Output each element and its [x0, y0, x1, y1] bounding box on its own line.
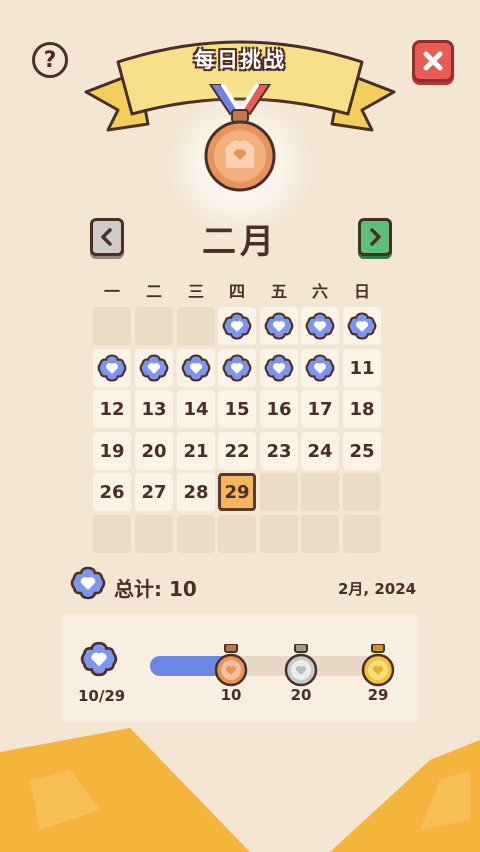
total-count: 总计: 10 — [114, 577, 197, 601]
page-title: 每日挑战 — [194, 48, 286, 72]
month-title: 二月 — [202, 222, 278, 262]
calendar-day-number: 21 — [183, 440, 209, 462]
calendar-day-today[interactable]: 29 — [218, 473, 256, 511]
badge-icon — [80, 641, 118, 677]
calendar-day-number: 26 — [99, 481, 125, 503]
completed-badge-icon — [305, 312, 335, 340]
calendar-day[interactable]: 14 — [177, 390, 215, 428]
weekday-label: 三 — [187, 282, 204, 301]
calendar-day-number: 22 — [224, 440, 250, 462]
weekday-label: 四 — [228, 282, 245, 301]
completed-badge-icon — [181, 354, 211, 382]
calendar-day[interactable]: 12 — [93, 390, 131, 428]
calendar-day-number: 15 — [224, 398, 250, 420]
bronze-medal-icon — [214, 644, 248, 687]
weekday-label: 二 — [145, 282, 162, 301]
calendar-day-number: 17 — [307, 398, 333, 420]
calendar-day-number: 29 — [224, 481, 250, 503]
completed-badge-icon — [222, 354, 252, 382]
calendar-day-number: 16 — [266, 398, 292, 420]
calendar-empty-cell — [177, 307, 215, 345]
completed-badge-icon — [264, 354, 294, 382]
badge-icon — [70, 566, 106, 600]
calendar-day-completed[interactable] — [218, 349, 256, 387]
calendar-day-number: 28 — [183, 481, 209, 503]
calendar-day[interactable]: 28 — [177, 473, 215, 511]
calendar-day-completed[interactable] — [260, 349, 298, 387]
calendar-day-number: 14 — [183, 398, 209, 420]
calendar-day-completed[interactable] — [301, 307, 339, 345]
calendar-day-number: 27 — [141, 481, 167, 503]
completed-badge-icon — [222, 312, 252, 340]
completed-badge-icon — [97, 354, 127, 382]
completed-badge-icon — [305, 354, 335, 382]
calendar-day[interactable]: 21 — [177, 432, 215, 470]
calendar-day[interactable]: 22 — [218, 432, 256, 470]
calendar-day-completed[interactable] — [135, 349, 173, 387]
bronze-medal-icon — [204, 84, 276, 192]
weekday-label: 六 — [311, 282, 328, 301]
completed-badge-icon — [347, 312, 377, 340]
calendar-day[interactable]: 19 — [93, 432, 131, 470]
silver-medal-icon — [284, 644, 318, 687]
calendar-empty-cell — [343, 515, 381, 553]
calendar-day-completed[interactable] — [343, 307, 381, 345]
calendar-day[interactable]: 16 — [260, 390, 298, 428]
gold-medal-icon — [361, 644, 395, 687]
calendar-day-completed[interactable] — [260, 307, 298, 345]
calendar-empty-cell — [93, 515, 131, 553]
calendar-day-completed[interactable] — [218, 307, 256, 345]
weekday-label: 五 — [270, 282, 287, 301]
calendar-day[interactable]: 17 — [301, 390, 339, 428]
calendar-empty-cell — [135, 515, 173, 553]
calendar-day[interactable]: 20 — [135, 432, 173, 470]
next-month-button[interactable] — [358, 218, 392, 256]
calendar-day-number: 18 — [349, 398, 375, 420]
calendar-empty-cell — [218, 515, 256, 553]
calendar-day[interactable]: 23 — [260, 432, 298, 470]
calendar-empty-cell — [301, 473, 339, 511]
month-year-label: 2月, 2024 — [338, 580, 417, 598]
calendar-empty-cell — [301, 515, 339, 553]
calendar-day-number: 12 — [99, 398, 125, 420]
calendar-day[interactable]: 11 — [343, 349, 381, 387]
calendar-day-number: 13 — [141, 398, 167, 420]
calendar-day-number: 25 — [349, 440, 375, 462]
calendar-day-number: 23 — [266, 440, 292, 462]
calendar-day-completed[interactable] — [177, 349, 215, 387]
calendar-day[interactable]: 25 — [343, 432, 381, 470]
calendar-day[interactable]: 15 — [218, 390, 256, 428]
calendar-day[interactable]: 24 — [301, 432, 339, 470]
calendar-empty-cell — [343, 473, 381, 511]
calendar-empty-cell — [135, 307, 173, 345]
calendar-empty-cell — [93, 307, 131, 345]
calendar-empty-cell — [260, 515, 298, 553]
bottom-decoration — [0, 728, 480, 852]
chevron-right-icon — [370, 228, 381, 246]
calendar-empty-cell — [260, 473, 298, 511]
calendar-day-number: 20 — [141, 440, 167, 462]
completed-badge-icon — [264, 312, 294, 340]
weekday-label: 一 — [103, 282, 120, 301]
calendar-day-completed[interactable] — [301, 349, 339, 387]
calendar-day[interactable]: 13 — [135, 390, 173, 428]
calendar-day-number: 11 — [349, 357, 375, 379]
calendar-empty-cell — [177, 515, 215, 553]
calendar-day-number: 19 — [99, 440, 125, 462]
calendar-day-number: 24 — [307, 440, 333, 462]
weekday-label: 日 — [353, 282, 370, 301]
calendar-day[interactable]: 18 — [343, 390, 381, 428]
calendar-day-completed[interactable] — [93, 349, 131, 387]
calendar-day[interactable]: 26 — [93, 473, 131, 511]
completed-badge-icon — [139, 354, 169, 382]
calendar-day[interactable]: 27 — [135, 473, 173, 511]
